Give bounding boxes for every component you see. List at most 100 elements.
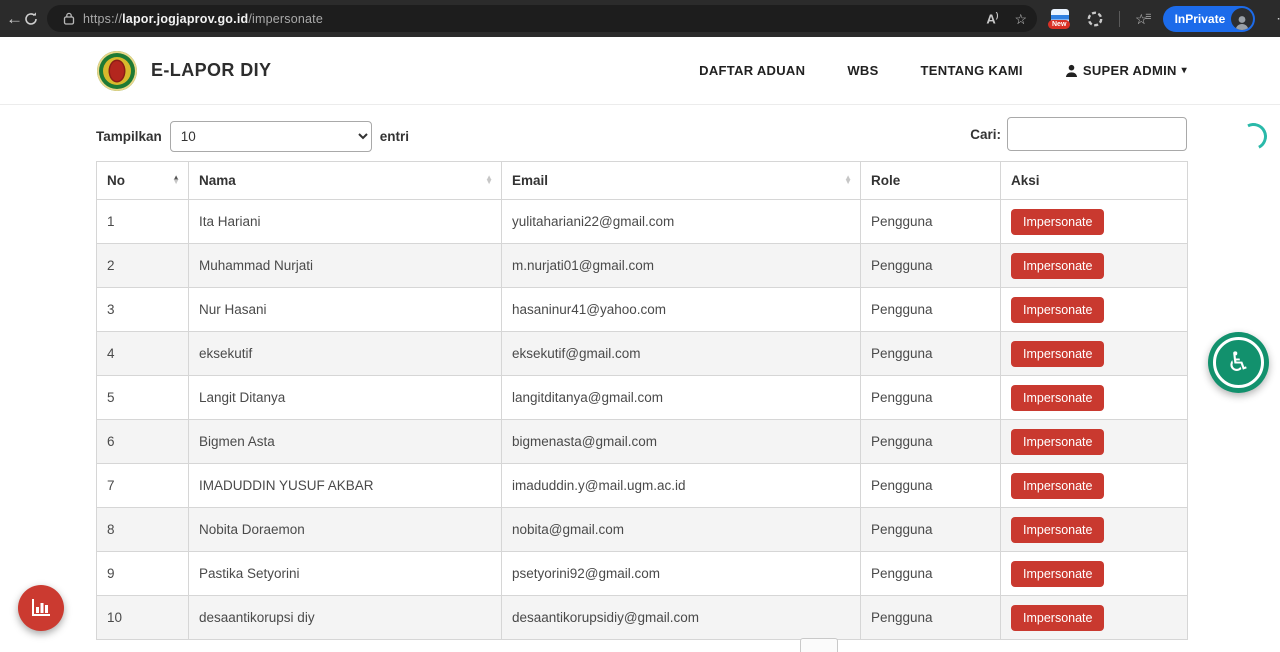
accessibility-widget-button[interactable]: ♿ [1208, 332, 1269, 393]
cell-email: m.nurjati01@gmail.com [502, 244, 861, 288]
cell-no: 8 [97, 508, 189, 552]
impersonate-button[interactable]: Impersonate [1011, 297, 1104, 323]
show-entries-label: Tampilkan [96, 129, 162, 144]
inprivate-badge[interactable]: InPrivate [1163, 6, 1256, 32]
sort-icon: ▲▼ [844, 176, 852, 186]
col-header-no[interactable]: No ▲▼ [97, 162, 189, 200]
browser-essentials-icon[interactable] [1086, 10, 1104, 28]
cell-aksi: Impersonate [1001, 244, 1188, 288]
loading-spinner-icon [1236, 119, 1270, 153]
cell-no: 5 [97, 376, 189, 420]
bar-chart-icon [30, 598, 52, 618]
cell-aksi: Impersonate [1001, 420, 1188, 464]
person-icon [1065, 64, 1078, 77]
favorite-star-icon[interactable]: ☆ [1014, 12, 1027, 26]
table-row: 8 Nobita Doraemon nobita@gmail.com Pengg… [97, 508, 1188, 552]
browser-toolbar: ← https://lapor.jogjaprov.go.id/imperson… [0, 0, 1280, 37]
toolbar-divider [1119, 11, 1120, 27]
impersonate-button[interactable]: Impersonate [1011, 385, 1104, 411]
more-menu-icon[interactable]: ⋯ [1276, 10, 1280, 27]
refresh-icon[interactable] [23, 11, 39, 27]
nav-tentang-kami[interactable]: TENTANG KAMI [921, 63, 1023, 78]
chevron-down-icon: ▾ [1182, 65, 1187, 76]
cell-role: Pengguna [861, 420, 1001, 464]
cell-role: Pengguna [861, 376, 1001, 420]
cell-no: 1 [97, 200, 189, 244]
cell-aksi: Impersonate [1001, 552, 1188, 596]
address-bar[interactable]: https://lapor.jogjaprov.go.id/impersonat… [47, 5, 1037, 32]
lock-icon[interactable] [63, 12, 75, 25]
cell-nama: Langit Ditanya [189, 376, 502, 420]
cell-email: bigmenasta@gmail.com [502, 420, 861, 464]
impersonate-button[interactable]: Impersonate [1011, 341, 1104, 367]
profile-avatar[interactable] [1231, 8, 1253, 30]
col-header-role[interactable]: Role [861, 162, 1001, 200]
nav-wbs[interactable]: WBS [847, 63, 878, 78]
table-body: 1 Ita Hariani yulitahariani22@gmail.com … [97, 200, 1188, 640]
search-input[interactable] [1007, 117, 1187, 151]
nav-daftar-aduan[interactable]: DAFTAR ADUAN [699, 63, 805, 78]
shopping-icon[interactable]: New [1051, 9, 1071, 29]
cell-role: Pengguna [861, 244, 1001, 288]
cell-email: eksekutif@gmail.com [502, 332, 861, 376]
cell-nama: Bigmen Asta [189, 420, 502, 464]
cell-aksi: Impersonate [1001, 376, 1188, 420]
impersonate-button[interactable]: Impersonate [1011, 561, 1104, 587]
impersonate-button[interactable]: Impersonate [1011, 253, 1104, 279]
table-row: 10 desaantikorupsi diy desaantikorupsidi… [97, 596, 1188, 640]
brand-title: E-LAPOR DIY [151, 60, 271, 81]
cell-role: Pengguna [861, 288, 1001, 332]
cell-nama: Ita Hariani [189, 200, 502, 244]
cell-aksi: Impersonate [1001, 596, 1188, 640]
cell-no: 9 [97, 552, 189, 596]
impersonate-button[interactable]: Impersonate [1011, 209, 1104, 235]
pagination-button-partial[interactable] [800, 638, 838, 652]
cell-email: psetyorini92@gmail.com [502, 552, 861, 596]
impersonate-button[interactable]: Impersonate [1011, 605, 1104, 631]
col-header-email[interactable]: Email ▲▼ [502, 162, 861, 200]
cell-nama: Nur Hasani [189, 288, 502, 332]
cell-nama: Muhammad Nurjati [189, 244, 502, 288]
cell-no: 3 [97, 288, 189, 332]
cell-nama: Pastika Setyorini [189, 552, 502, 596]
impersonate-button[interactable]: Impersonate [1011, 473, 1104, 499]
read-aloud-icon[interactable]: A) [986, 12, 998, 25]
cell-email: hasaninur41@yahoo.com [502, 288, 861, 332]
col-header-nama[interactable]: Nama ▲▼ [189, 162, 502, 200]
inprivate-label: InPrivate [1175, 12, 1226, 26]
cell-aksi: Impersonate [1001, 508, 1188, 552]
back-icon[interactable]: ← [6, 9, 23, 29]
favorites-hub-icon[interactable]: ☆☰ [1135, 12, 1148, 26]
search-label: Cari: [970, 127, 1001, 142]
table-row: 7 IMADUDDIN YUSUF AKBAR imaduddin.y@mail… [97, 464, 1188, 508]
cell-email: desaantikorupsidiy@gmail.com [502, 596, 861, 640]
col-header-aksi: Aksi [1001, 162, 1188, 200]
statistics-fab-button[interactable] [18, 585, 64, 631]
site-header: E-LAPOR DIY DAFTAR ADUAN WBS TENTANG KAM… [0, 37, 1280, 105]
table-row: 3 Nur Hasani hasaninur41@yahoo.com Pengg… [97, 288, 1188, 332]
cell-role: Pengguna [861, 464, 1001, 508]
cell-aksi: Impersonate [1001, 288, 1188, 332]
impersonate-button[interactable]: Impersonate [1011, 429, 1104, 455]
cell-email: nobita@gmail.com [502, 508, 861, 552]
cell-no: 10 [97, 596, 189, 640]
user-dropdown[interactable]: SUPER ADMIN ▾ [1065, 63, 1187, 78]
table-row: 5 Langit Ditanya langitditanya@gmail.com… [97, 376, 1188, 420]
table-row: 6 Bigmen Asta bigmenasta@gmail.com Pengg… [97, 420, 1188, 464]
url-text: https://lapor.jogjaprov.go.id/impersonat… [83, 12, 323, 26]
cell-no: 7 [97, 464, 189, 508]
cell-nama: IMADUDDIN YUSUF AKBAR [189, 464, 502, 508]
table-header-row: No ▲▼ Nama ▲▼ Email ▲▼ Role Aksi [97, 162, 1188, 200]
cell-role: Pengguna [861, 508, 1001, 552]
new-badge: New [1048, 20, 1070, 29]
wheelchair-icon: ♿ [1226, 349, 1250, 376]
cell-aksi: Impersonate [1001, 464, 1188, 508]
table-row: 9 Pastika Setyorini psetyorini92@gmail.c… [97, 552, 1188, 596]
cell-aksi: Impersonate [1001, 200, 1188, 244]
user-dropdown-label: SUPER ADMIN [1083, 63, 1177, 78]
page-size-select[interactable]: 10 [170, 121, 372, 152]
cell-nama: desaantikorupsi diy [189, 596, 502, 640]
main-nav: DAFTAR ADUAN WBS TENTANG KAMI SUPER ADMI… [699, 63, 1187, 78]
cell-no: 2 [97, 244, 189, 288]
impersonate-button[interactable]: Impersonate [1011, 517, 1104, 543]
